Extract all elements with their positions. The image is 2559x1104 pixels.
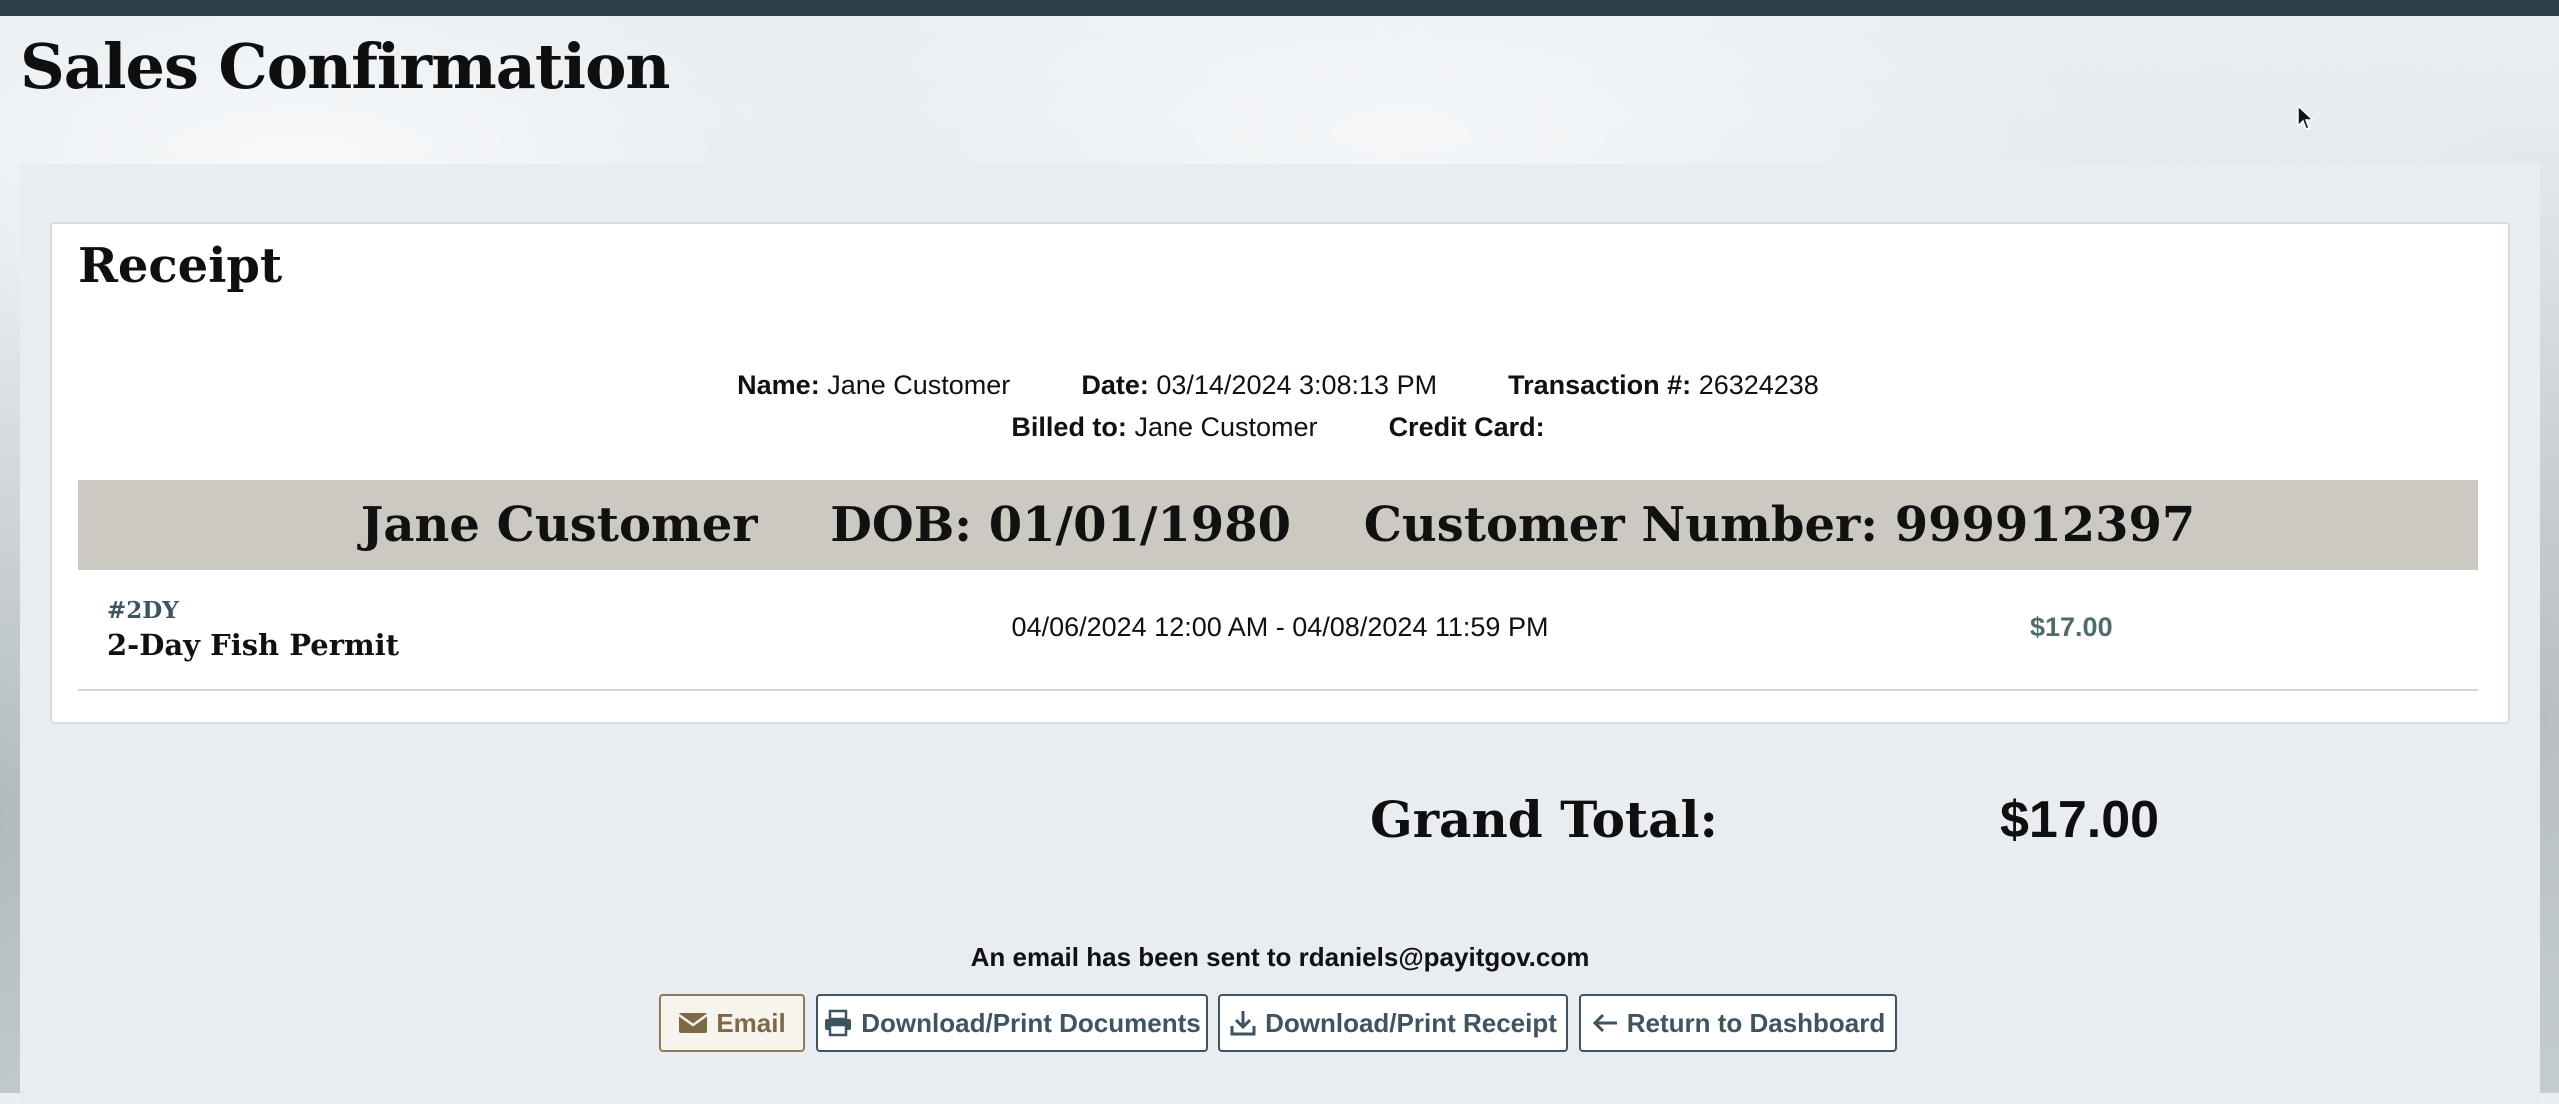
- mouse-cursor-icon: [2297, 104, 2315, 130]
- customer-name: Jane Customer: [360, 497, 758, 553]
- printer-icon: [825, 1009, 852, 1037]
- arrow-left-icon: [1592, 1013, 1617, 1033]
- customer-number: Customer Number: 999912397: [1363, 497, 2196, 553]
- item-divider: [78, 689, 2478, 691]
- download-print-receipt-button[interactable]: Download/Print Receipt: [1218, 994, 1568, 1052]
- item-price: $17.00: [2030, 612, 2113, 642]
- receipt-title: Receipt: [78, 238, 283, 294]
- top-bar: [0, 0, 2559, 16]
- email-button-label: Email: [716, 1007, 786, 1038]
- customer-band: Jane Customer DOB: 01/01/1980 Customer N…: [78, 480, 2478, 570]
- item-valid-dates: 04/06/2024 12:00 AM - 04/08/2024 11:59 P…: [1011, 612, 1549, 642]
- receipt-meta-row-2: Billed to: Jane Customer Credit Card:: [78, 412, 2478, 443]
- page-title: Sales Confirmation: [20, 30, 670, 103]
- customer-dob: DOB: 01/01/1980: [830, 497, 1291, 553]
- download-print-documents-button[interactable]: Download/Print Documents: [816, 994, 1208, 1052]
- envelope-icon: [678, 1013, 709, 1033]
- billed-to-label: Billed to:: [1011, 412, 1127, 442]
- email-sent-note: An email has been sent to rdaniels@payit…: [970, 942, 1590, 972]
- transaction-value: 26324238: [1698, 370, 1819, 400]
- transaction-label: Transaction #:: [1508, 370, 1692, 400]
- return-to-dashboard-button[interactable]: Return to Dashboard: [1579, 994, 1897, 1052]
- download-print-receipt-label: Download/Print Receipt: [1265, 1007, 1557, 1038]
- billed-to-value: Jane Customer: [1134, 412, 1318, 442]
- grand-total-label: Grand Total:: [1370, 790, 1718, 849]
- item-name: 2-Day Fish Permit: [107, 628, 400, 662]
- return-to-dashboard-label: Return to Dashboard: [1626, 1007, 1886, 1038]
- email-button[interactable]: Email: [659, 994, 805, 1052]
- date-value: 03/14/2024 3:08:13 PM: [1156, 370, 1438, 400]
- receipt-card: [50, 222, 2510, 724]
- download-icon: [1230, 1011, 1256, 1036]
- name-value: Jane Customer: [827, 370, 1011, 400]
- name-label: Name:: [737, 370, 820, 400]
- date-label: Date:: [1081, 370, 1149, 400]
- receipt-meta-row-1: Name: Jane Customer Date: 03/14/2024 3:0…: [78, 370, 2478, 401]
- credit-card-label: Credit Card:: [1388, 412, 1545, 442]
- item-code: #2DY: [107, 597, 179, 624]
- download-print-documents-label: Download/Print Documents: [861, 1007, 1201, 1038]
- grand-total-value: $17.00: [2000, 791, 2160, 849]
